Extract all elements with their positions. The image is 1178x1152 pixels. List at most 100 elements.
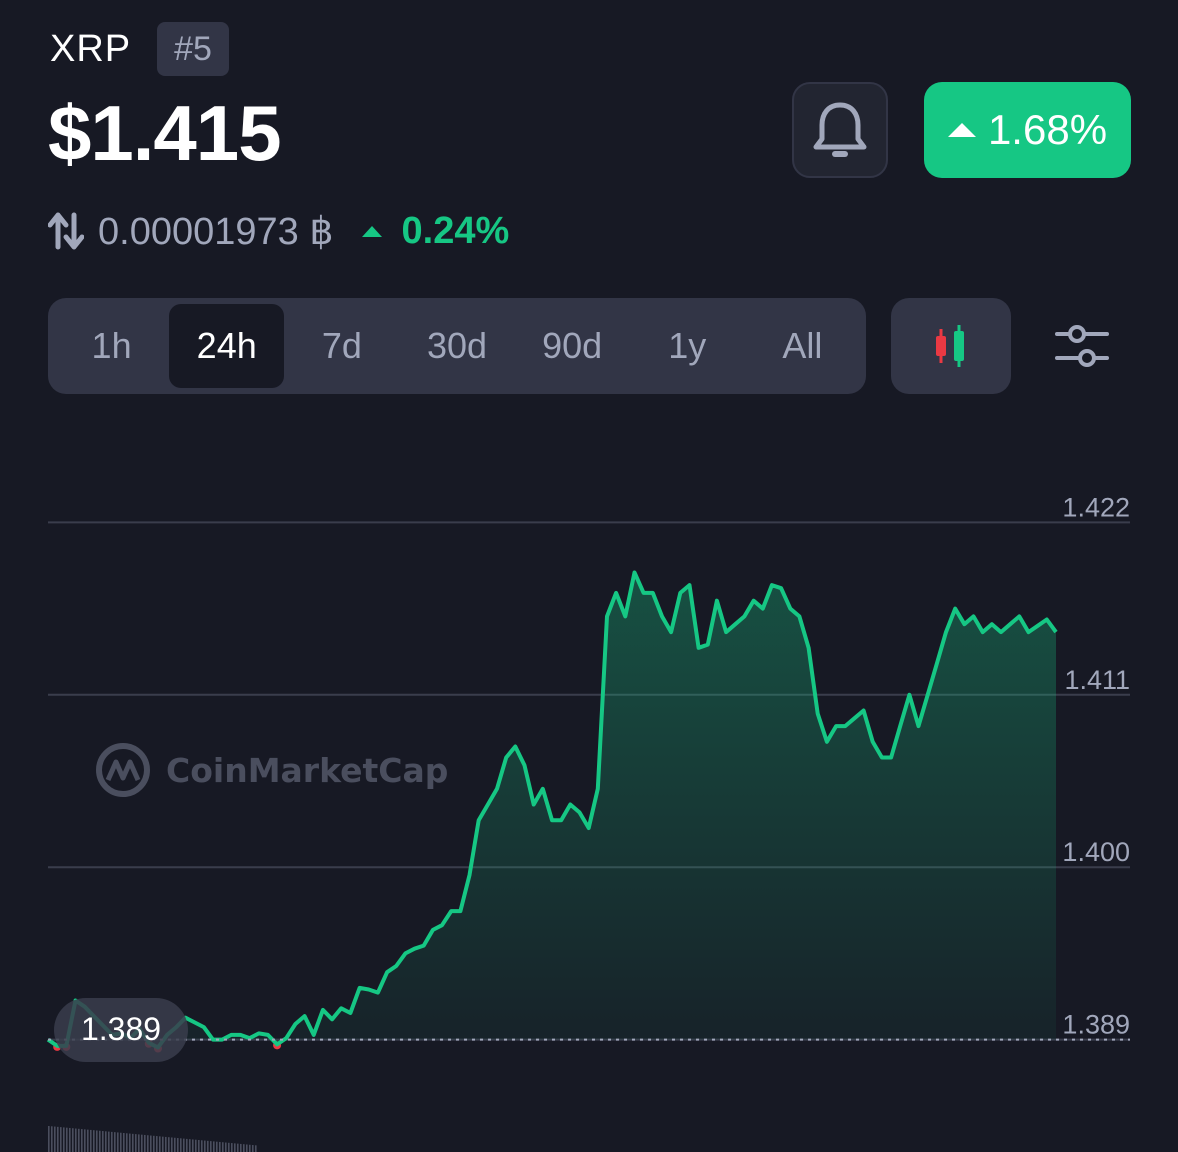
volume-bar [180,1138,182,1152]
swap-icon [48,211,84,251]
volume-bar [93,1130,95,1152]
volume-bar [162,1136,164,1152]
volume-bar [63,1127,65,1152]
volume-bar [186,1138,188,1152]
volume-bar [60,1127,62,1152]
volume-bar [75,1128,77,1152]
volume-bar [102,1131,104,1152]
volume-bar [198,1140,200,1152]
volume-bar [78,1128,80,1152]
volume-bar [243,1144,245,1152]
up-triangle-icon [361,225,382,237]
volume-bar [84,1129,86,1152]
volume-bar [177,1138,179,1152]
volume-bar [165,1136,167,1152]
volume-bar [195,1139,197,1152]
coin-symbol: XRP [50,28,132,70]
candlestick-toggle-button[interactable] [891,298,1011,394]
volume-bar [153,1135,155,1152]
y-tick-label: 1.411 [1064,665,1130,695]
coinmarketcap-logo [96,743,150,797]
volume-bar [150,1135,152,1152]
volume-bar [117,1132,119,1152]
volume-bar [156,1136,158,1152]
volume-bar [168,1137,170,1152]
volume-bar [48,1126,50,1152]
coin-price: $1.415 [48,89,282,177]
up-triangle-icon [947,123,976,137]
btc-change: 0.24% [401,209,510,252]
volume-bar [51,1126,53,1152]
volume-bar [255,1145,257,1152]
volume-bar [213,1141,215,1152]
volume-bar [90,1129,92,1152]
volume-bar [159,1136,161,1152]
y-tick-label: 1.422 [1062,492,1130,522]
settings-sliders-icon [1055,325,1109,367]
volume-bar [252,1145,254,1152]
price-alert-button[interactable] [792,82,888,178]
volume-bar [237,1143,239,1152]
volume-bar [189,1139,191,1152]
volume-bar [66,1127,68,1152]
tab-24h[interactable]: 24h [169,304,285,388]
btc-price-row: 0.00001973 ฿ 0.24% [48,205,509,257]
volume-bar [147,1135,149,1152]
candlestick-icon [936,325,964,367]
watermark-text: CoinMarketCap [166,751,448,790]
volume-bar [135,1134,137,1152]
volume-bar [138,1134,140,1152]
volume-bar [54,1126,56,1152]
volume-bar [108,1131,110,1152]
start-price-text: 1.389 [81,1011,161,1047]
volume-bar [249,1144,251,1152]
time-range-tabs: 1h 24h 7d 30d 90d 1y All [48,298,866,394]
volume-bar [201,1140,203,1152]
volume-bar [219,1141,221,1152]
volume-bar [141,1134,143,1152]
volume-bar [171,1137,173,1152]
price-area [48,572,1056,1048]
volume-bar [240,1143,242,1152]
volume-bar [120,1132,122,1152]
coinmarketcap-watermark: CoinMarketCap [96,743,448,797]
volume-bar [81,1129,83,1152]
volume-bar [126,1133,128,1152]
volume-bar [105,1131,107,1152]
volume-bar [96,1130,98,1152]
volume-bar [225,1142,227,1152]
price-chart[interactable]: CoinMarketCap 1.389 1.422 1.411 1.400 1.389 [0,440,1178,1152]
price-change-value: 1.68% [987,106,1108,153]
y-tick-label: 1.389 [1062,1010,1130,1040]
tab-7d[interactable]: 7d [284,304,399,388]
price-change-badge: 1.68% [924,82,1131,178]
volume-bar [231,1143,233,1152]
volume-bar [174,1137,176,1152]
tab-1y[interactable]: 1y [630,304,745,388]
bell-icon [813,102,867,157]
volume-bar [246,1144,248,1152]
rank-badge: #5 [157,22,229,76]
tab-90d[interactable]: 90d [515,304,630,388]
volume-bar [129,1133,131,1152]
volume-bar [111,1131,113,1152]
volume-bar [192,1139,194,1152]
volume-bar [234,1143,236,1152]
volume-bar [144,1134,146,1152]
btc-price: 0.00001973 ฿ [98,210,334,253]
tab-all[interactable]: All [745,304,860,388]
volume-bar [72,1128,74,1152]
volume-bar [210,1141,212,1152]
volume-bar [204,1140,206,1152]
volume-bar [114,1132,116,1152]
volume-bar [183,1138,185,1152]
volume-bar [57,1126,59,1152]
volume-bar [228,1142,230,1152]
volume-bar [69,1127,71,1152]
tab-1h[interactable]: 1h [54,304,169,388]
volume-bar [87,1129,89,1152]
tab-30d[interactable]: 30d [399,304,514,388]
volume-bar [132,1133,134,1152]
volume-bar [123,1133,125,1152]
chart-settings-button[interactable] [1050,318,1114,374]
